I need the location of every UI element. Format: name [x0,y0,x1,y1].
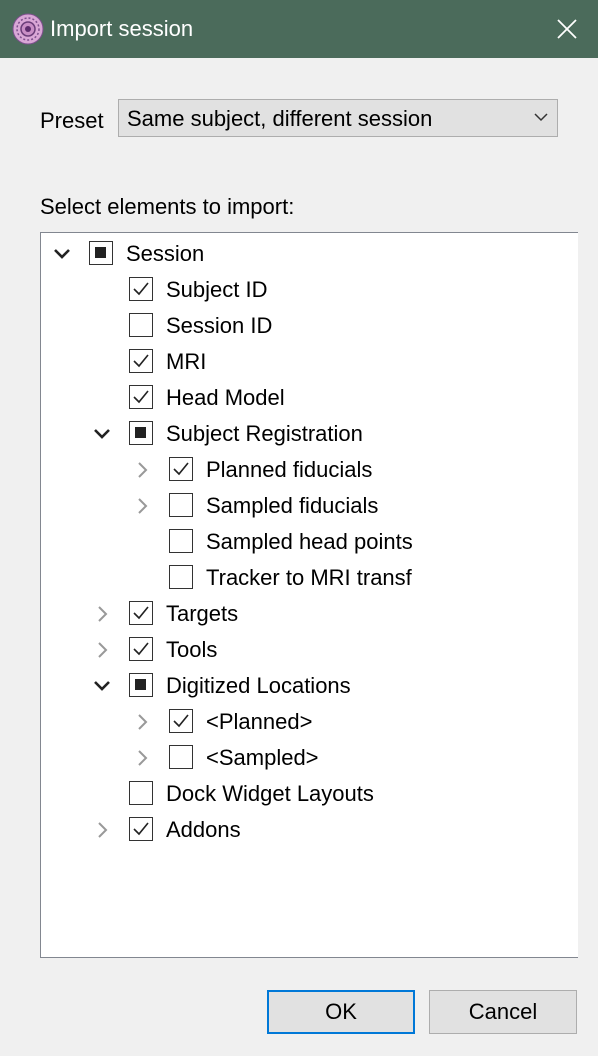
checkbox-partial[interactable] [89,241,113,265]
checkbox-partial[interactable] [129,673,153,697]
tree-row[interactable]: Sampled fiducials [41,488,577,524]
checkmark-icon [173,462,189,476]
chevron-right-icon[interactable] [132,496,152,516]
tree-row[interactable]: Digitized Locations [41,668,577,704]
tree-row-label: Session ID [166,313,273,338]
chevron-right-icon[interactable] [132,748,152,768]
tree-row[interactable]: Session [41,236,577,272]
checkmark-icon [133,282,149,296]
tree-row-label: Targets [166,601,239,626]
checkbox-unchecked[interactable] [169,745,193,769]
checkmark-icon [133,390,149,404]
checkbox-checked[interactable] [129,817,153,841]
checkmark-icon [133,606,149,620]
partial-check-icon [95,247,106,258]
checkmark-icon [173,714,189,728]
partial-check-icon [135,427,146,438]
preset-label: Preset [40,108,104,133]
tree-row-label: Session [126,241,205,266]
tree-row-label: Head Model [166,385,285,410]
checkmark-icon [133,822,149,836]
app-logo-icon [12,13,44,45]
tree-row-label: Subject ID [166,277,268,302]
checkbox-checked[interactable] [129,385,153,409]
chevron-right-icon[interactable] [92,640,112,660]
chevron-down-icon[interactable] [92,424,112,444]
elements-tree[interactable]: Session Subject ID Session ID MRI Head Model… [40,232,578,958]
checkbox-checked[interactable] [129,637,153,661]
chevron-down-icon[interactable] [52,244,72,264]
checkbox-unchecked[interactable] [169,565,193,589]
preset-value: Same subject, different session [127,106,433,131]
tree-row-label: <Sampled> [206,745,319,770]
title-bar: Import session [0,0,598,58]
tree-row[interactable]: Dock Widget Layouts [41,776,577,812]
tree-row-label: Sampled fiducials [206,493,379,518]
checkmark-icon [133,642,149,656]
tree-row-label: Addons [166,817,241,842]
tree-row-label: Planned fiducials [206,457,373,482]
checkbox-unchecked[interactable] [169,493,193,517]
checkbox-checked[interactable] [129,349,153,373]
tree-row[interactable]: Tools [41,632,577,668]
tree-row[interactable]: Targets [41,596,577,632]
tree-row-label: <Planned> [206,709,313,734]
tree-row[interactable]: Planned fiducials [41,452,577,488]
tree-row[interactable]: MRI [41,344,577,380]
chevron-down-icon [534,113,548,122]
tree-row[interactable]: Subject Registration [41,416,577,452]
checkbox-unchecked[interactable] [129,781,153,805]
tree-row[interactable]: Session ID [41,308,577,344]
checkbox-checked[interactable] [129,277,153,301]
tree-row-label: Tracker to MRI transf [206,565,412,590]
tree-row-label: Tools [166,637,218,662]
tree-row[interactable]: Tracker to MRI transf [41,560,577,596]
checkbox-unchecked[interactable] [129,313,153,337]
chevron-right-icon[interactable] [132,712,152,732]
tree-row-label: Digitized Locations [166,673,351,698]
checkmark-icon [133,354,149,368]
tree-row[interactable]: Subject ID [41,272,577,308]
close-icon [557,19,577,39]
tree-row[interactable]: Addons [41,812,577,848]
chevron-right-icon[interactable] [92,820,112,840]
chevron-right-icon[interactable] [132,460,152,480]
checkbox-partial[interactable] [129,421,153,445]
close-button[interactable] [536,0,598,58]
partial-check-icon [135,679,146,690]
chevron-right-icon[interactable] [92,604,112,624]
checkbox-unchecked[interactable] [169,529,193,553]
checkbox-checked[interactable] [169,457,193,481]
tree-label: Select elements to import: [40,194,295,219]
tree-row-label: Sampled head points [206,529,413,554]
tree-row-label: Dock Widget Layouts [166,781,374,806]
tree-row-label: Subject Registration [166,421,363,446]
ok-button[interactable]: OK [267,990,415,1034]
tree-row[interactable]: Head Model [41,380,577,416]
checkbox-checked[interactable] [169,709,193,733]
tree-row[interactable]: <Planned> [41,704,577,740]
checkbox-checked[interactable] [129,601,153,625]
tree-row-label: MRI [166,349,207,374]
cancel-button[interactable]: Cancel [429,990,577,1034]
chevron-down-icon[interactable] [92,676,112,696]
tree-row[interactable]: <Sampled> [41,740,577,776]
window-title: Import session [50,16,194,41]
tree-row[interactable]: Sampled head points [41,524,577,560]
preset-dropdown[interactable]: Same subject, different session [118,99,558,137]
